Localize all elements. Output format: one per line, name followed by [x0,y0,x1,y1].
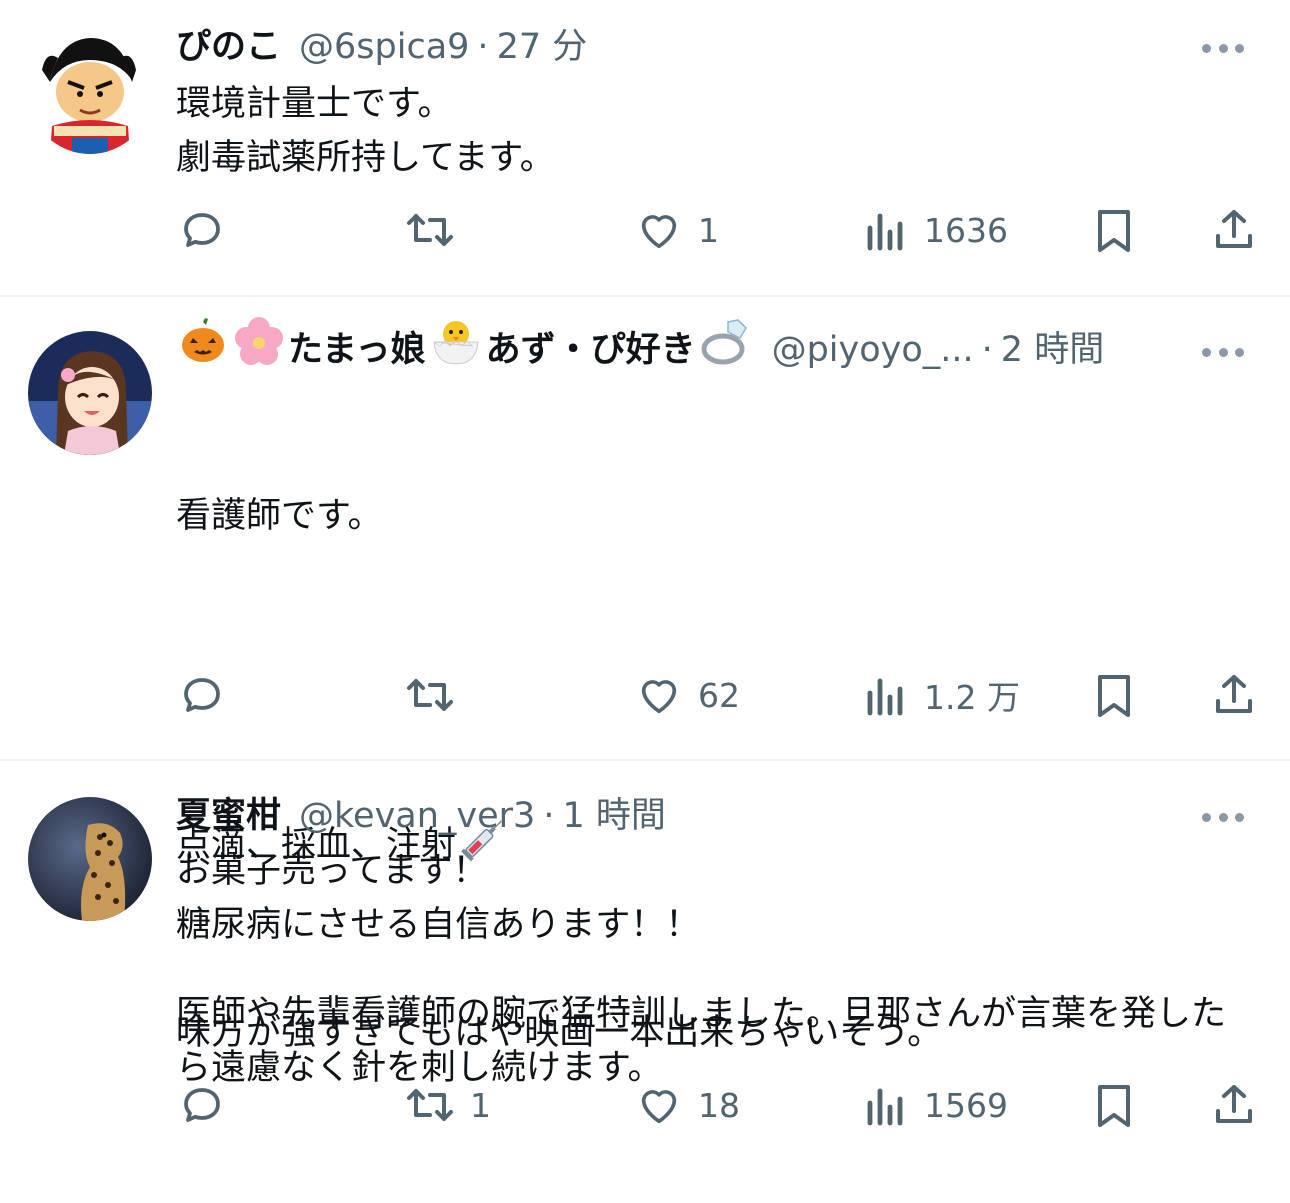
reply-button[interactable] [178,665,242,725]
like-count: 62 [698,675,740,715]
cherry-blossom-emoji [232,316,286,385]
share-icon [1216,675,1252,713]
bookmark-button[interactable] [1094,1075,1134,1135]
separator: · [981,330,993,370]
tweet-text: お菓子売ってます！ 糖尿病にさせる自信あります！！ 味方が強すぎてもはや映画一本… [176,851,943,1053]
views-icon [867,1088,903,1126]
views-button[interactable]: 1569 [864,1075,1008,1135]
reply-icon [184,1088,220,1122]
like-icon [641,1090,677,1124]
avatar[interactable] [28,331,152,455]
share-icon [1216,1085,1252,1123]
pumpkin-emoji [178,316,228,385]
tweet[interactable]: ぴのこ @6spica9 · 27 分 環境計量士です。 劇毒試薬所持してます。… [0,0,1290,296]
reply-icon [184,678,220,712]
avatar[interactable] [28,797,152,921]
tweet[interactable]: たまっ娘 あず・ぴ好き @piyoyo_... · 2 時間 看護師です。 点滴… [0,297,1290,1088]
like-count: 1 [698,210,719,250]
tweet[interactable]: 夏蜜柑 @kevan_ver3 · 1 時間 お菓子売ってます！ 糖尿病にさせる… [0,761,1290,1164]
hatching-chick-emoji [428,316,484,385]
retweet-icon [407,1089,453,1121]
retweet-icon [407,214,453,246]
tweet-text: 環境計量士です。 劇毒試薬所持してます。 [176,84,555,178]
display-name[interactable]: ぴのこ [176,17,281,77]
retweet-button[interactable]: 1 [404,1075,491,1135]
display-name-suffix[interactable]: あず・ぴ好き [486,320,696,380]
share-button[interactable] [1210,665,1258,725]
share-icon [1216,210,1252,248]
display-name[interactable]: たまっ娘 [288,320,426,380]
share-button[interactable] [1210,1075,1258,1135]
more-icon[interactable] [1202,345,1244,359]
separator: · [477,27,489,67]
bookmark-icon [1098,675,1130,717]
bookmark-button[interactable] [1094,200,1134,260]
ring-emoji [698,316,752,385]
retweet-count: 1 [470,1085,491,1125]
like-icon [641,680,677,714]
like-button[interactable]: 62 [636,665,740,725]
more-icon[interactable] [1202,810,1244,824]
like-count: 18 [698,1085,740,1125]
display-name[interactable]: 夏蜜柑 [176,786,281,846]
view-count: 1569 [924,1085,1008,1125]
view-count: 1.2 万 [924,678,1020,717]
like-button[interactable]: 1 [636,200,719,260]
reply-button[interactable] [178,1075,242,1135]
views-icon [867,678,903,716]
action-bar: 1 1636 [0,200,1290,260]
separator: · [543,796,555,836]
bookmark-icon [1098,210,1130,252]
retweet-icon [407,679,453,711]
user-handle[interactable]: @piyoyo_... [772,320,974,380]
views-button[interactable]: 1636 [864,200,1008,260]
like-icon [641,215,677,249]
reply-button[interactable] [178,200,242,260]
view-count: 1636 [924,210,1008,250]
retweet-button[interactable] [404,200,472,260]
more-icon[interactable] [1202,41,1244,55]
views-button[interactable]: 1.2 万 [864,665,1020,725]
action-bar: 62 1.2 万 [0,665,1290,725]
like-button[interactable]: 18 [636,1075,740,1135]
share-button[interactable] [1210,200,1258,260]
views-icon [867,213,903,251]
timestamp[interactable]: 2 時間 [1001,320,1104,380]
reply-icon [184,213,220,247]
user-handle[interactable]: @kevan_ver3 [299,786,535,846]
text-line: 看護師です。 [176,496,383,536]
bookmark-button[interactable] [1094,665,1134,725]
bookmark-icon [1098,1085,1130,1127]
user-handle[interactable]: @6spica9 [299,17,469,77]
retweet-button[interactable] [404,665,472,725]
timestamp[interactable]: 27 分 [497,17,588,77]
avatar[interactable] [28,30,152,154]
action-bar: 1 18 1569 [0,1075,1290,1135]
timestamp[interactable]: 1 時間 [562,786,665,846]
